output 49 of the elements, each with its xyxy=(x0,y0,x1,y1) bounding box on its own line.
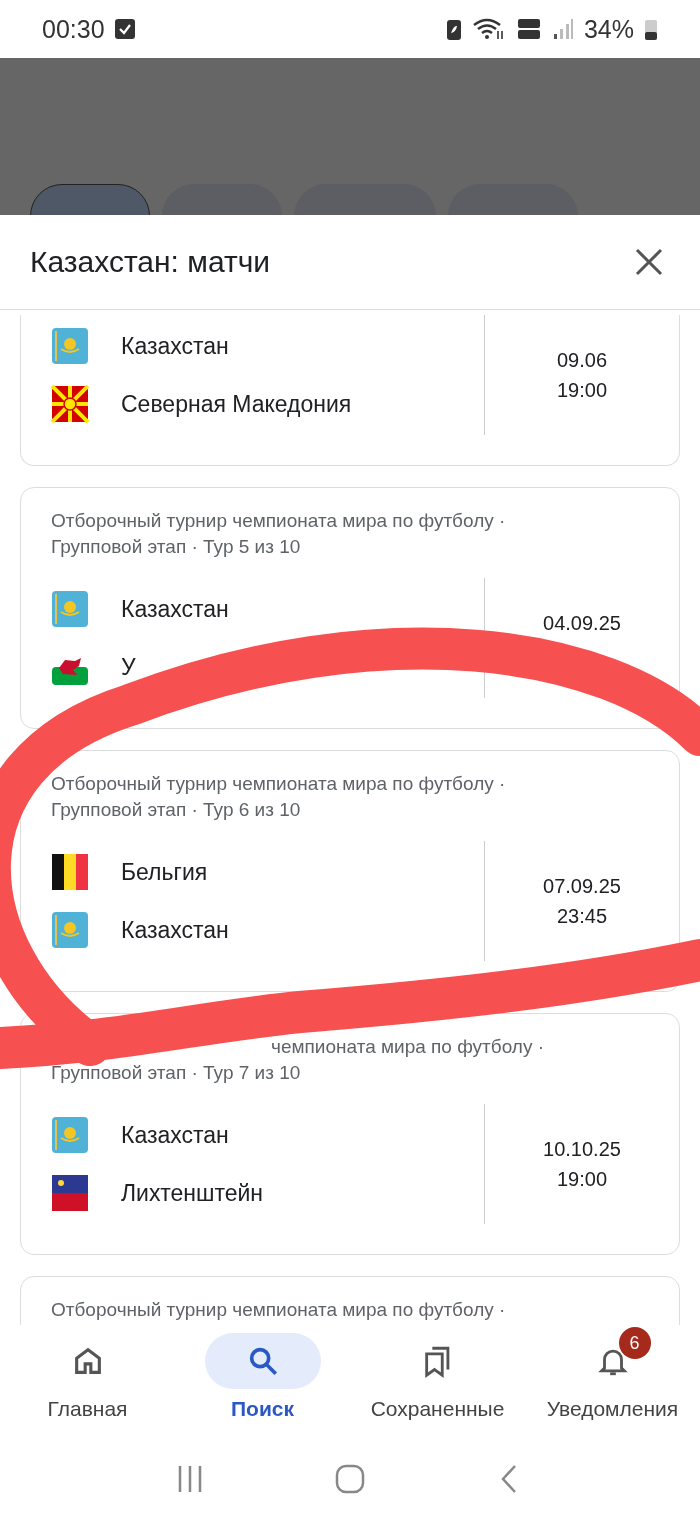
home-button-icon[interactable] xyxy=(335,1463,365,1494)
match-date: 10.10.25 xyxy=(543,1137,621,1162)
match-stage: Отборочный турнир чемпионата мира по футболу · xyxy=(51,509,506,533)
match-card[interactable]: чемпионата мира по футболу · Групповой этап · Тур 7 из 10 Казахстан Лихтенштейн 10.10.25 19:00 xyxy=(20,1013,680,1255)
team-name: Лихтенштейн xyxy=(121,1179,264,1207)
match-card[interactable]: Казахстан Северная Македония 09.06 19:00 xyxy=(20,315,680,466)
nav-item[interactable]: 6 Уведомления xyxy=(527,1325,698,1440)
team-name: Казахстан xyxy=(121,916,229,944)
nav-item[interactable]: Главная xyxy=(2,1325,173,1440)
flag-icon xyxy=(51,327,89,365)
match-time: 23:45 xyxy=(556,904,608,929)
flag-icon xyxy=(51,385,89,423)
volte-icon xyxy=(515,17,542,41)
nav-item[interactable]: Поиск xyxy=(177,1325,348,1440)
team-name: Бельгия xyxy=(121,858,208,886)
match-date: 09.06 xyxy=(556,348,608,373)
battery-saver-icon xyxy=(445,17,462,41)
flag-icon xyxy=(51,911,89,949)
match-date: 07.09.25 xyxy=(543,874,621,899)
close-icon[interactable] xyxy=(634,247,664,277)
battery-percentage: 34% xyxy=(583,14,634,44)
match-card[interactable]: Отборочный турнир чемпионата мира по футболу · Групповой этап · Тур 5 из 10 Казахстан У 04.09.25 xyxy=(20,487,680,729)
flag-icon xyxy=(51,590,89,628)
notification-badge: 6 xyxy=(618,1327,651,1359)
battery-icon xyxy=(644,17,658,41)
flag-icon xyxy=(51,1116,89,1154)
team-name: Казахстан xyxy=(121,332,229,360)
team-name: У xyxy=(121,653,136,681)
match-stage: чемпионата мира по футболу · xyxy=(271,1035,545,1059)
team-name: Казахстан xyxy=(121,595,229,623)
nav-item[interactable]: Сохраненные xyxy=(352,1325,523,1440)
match-card[interactable]: Отборочный турнир чемпионата мира по футболу · Групповой этап · Тур 6 из 10 Бельгия Казахстан 07.09.25 23:45 xyxy=(20,750,680,992)
team-name: Казахстан xyxy=(121,1121,229,1149)
signal-icon xyxy=(551,17,574,41)
wifi-icon xyxy=(471,17,506,41)
clock: 00:30 xyxy=(42,14,105,44)
match-stage: Групповой этап · Тур 6 из 10 xyxy=(51,798,301,822)
match-stage: Отборочный турнир чемпионата мира по футболу · xyxy=(51,1298,506,1322)
checkbox-notification-icon xyxy=(114,19,135,39)
team-name: Северная Македония xyxy=(121,390,352,418)
match-time: 19:00 xyxy=(556,1167,608,1192)
flag-icon xyxy=(51,853,89,891)
match-date: 04.09.25 xyxy=(543,611,621,636)
match-stage: Отборочный турнир чемпионата мира по футболу · xyxy=(51,772,506,796)
match-time: 19:00 xyxy=(556,378,608,403)
match-stage: Групповой этап · Тур 7 из 10 xyxy=(51,1061,301,1085)
sheet-title: Казахстан: матчи xyxy=(30,245,271,279)
flag-icon xyxy=(51,1174,89,1212)
match-stage: Групповой этап · Тур 5 из 10 xyxy=(51,535,301,559)
